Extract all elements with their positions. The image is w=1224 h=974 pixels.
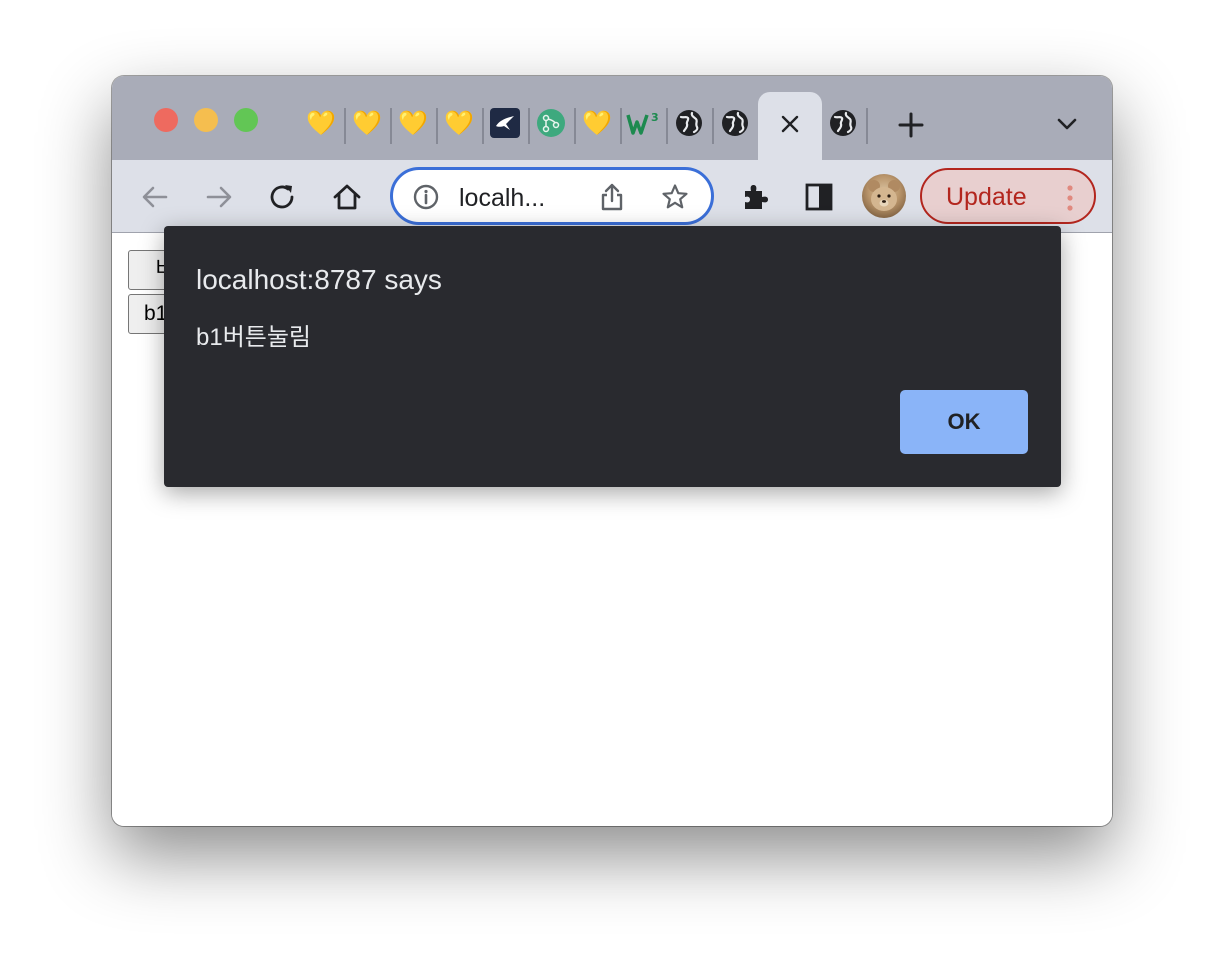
alert-dialog: localhost:8787 says b1버튼눌림 OK xyxy=(164,226,1061,487)
yellow-heart-icon: 💛 xyxy=(444,109,474,137)
dialog-title: localhost:8787 says xyxy=(196,264,442,295)
info-icon[interactable] xyxy=(413,184,439,210)
forward-arrow-icon[interactable] xyxy=(204,182,234,212)
hummingbird-icon xyxy=(490,108,520,138)
address-bar[interactable]: localh... xyxy=(390,167,714,225)
side-panel-icon[interactable] xyxy=(804,182,834,212)
close-window-button[interactable] xyxy=(154,108,178,132)
avatar[interactable] xyxy=(862,174,906,218)
globe-icon xyxy=(830,110,856,136)
yellow-heart-icon: 💛 xyxy=(398,109,428,137)
ok-button[interactable]: OK xyxy=(900,390,1028,454)
extensions-puzzle-icon[interactable] xyxy=(740,182,770,212)
yellow-heart-icon: 💛 xyxy=(306,109,336,137)
tab-w3[interactable]: 3 xyxy=(626,108,662,138)
tab-globe-3[interactable] xyxy=(828,108,858,138)
update-label: Update xyxy=(946,183,1027,211)
back-arrow-icon[interactable] xyxy=(140,182,170,212)
dialog-message: b1버튼눌림 xyxy=(196,324,312,351)
yellow-heart-icon: 💛 xyxy=(582,109,612,137)
bookmark-star-icon[interactable] xyxy=(661,183,689,211)
tab-heart-2[interactable]: 💛 xyxy=(352,108,382,138)
tab-git-graph[interactable] xyxy=(536,108,566,138)
new-tab-icon[interactable] xyxy=(898,112,924,138)
tab-heart-3[interactable]: 💛 xyxy=(398,108,428,138)
address-text[interactable]: localh... xyxy=(459,184,545,212)
tab-separator xyxy=(666,108,668,144)
tab-heart-4[interactable]: 💛 xyxy=(444,108,474,138)
tab-separator xyxy=(712,108,714,144)
tab-separator xyxy=(344,108,346,144)
more-vert-icon[interactable] xyxy=(1066,184,1074,212)
tab-hummingbird[interactable] xyxy=(490,108,520,138)
zoom-window-button[interactable] xyxy=(234,108,258,132)
share-icon[interactable] xyxy=(599,182,625,212)
tab-heart-1[interactable]: 💛 xyxy=(306,108,336,138)
reload-icon[interactable] xyxy=(268,182,298,212)
close-icon[interactable] xyxy=(778,112,802,136)
tab-separator xyxy=(574,108,576,144)
update-button[interactable]: Update xyxy=(920,168,1096,224)
tab-active[interactable] xyxy=(758,92,822,160)
globe-icon xyxy=(676,110,702,136)
w3-logo-icon: 3 xyxy=(626,111,659,135)
tab-heart-5[interactable]: 💛 xyxy=(582,108,612,138)
profile-bear-icon xyxy=(868,180,900,211)
tab-separator xyxy=(866,108,868,144)
tab-globe-2[interactable] xyxy=(720,108,750,138)
tab-globe-1[interactable] xyxy=(674,108,704,138)
tab-separator xyxy=(528,108,530,144)
git-graph-icon xyxy=(537,109,565,137)
yellow-heart-icon: 💛 xyxy=(352,109,382,137)
chevron-down-icon[interactable] xyxy=(1056,116,1078,132)
tab-separator xyxy=(482,108,484,144)
globe-icon xyxy=(722,110,748,136)
home-icon[interactable] xyxy=(332,182,362,212)
minimize-window-button[interactable] xyxy=(194,108,218,132)
tab-strip: 💛 💛 💛 💛 💛 3 xyxy=(112,76,1112,160)
tab-separator xyxy=(390,108,392,144)
tab-separator xyxy=(620,108,622,144)
svg-text:3: 3 xyxy=(651,111,659,124)
tab-separator xyxy=(436,108,438,144)
